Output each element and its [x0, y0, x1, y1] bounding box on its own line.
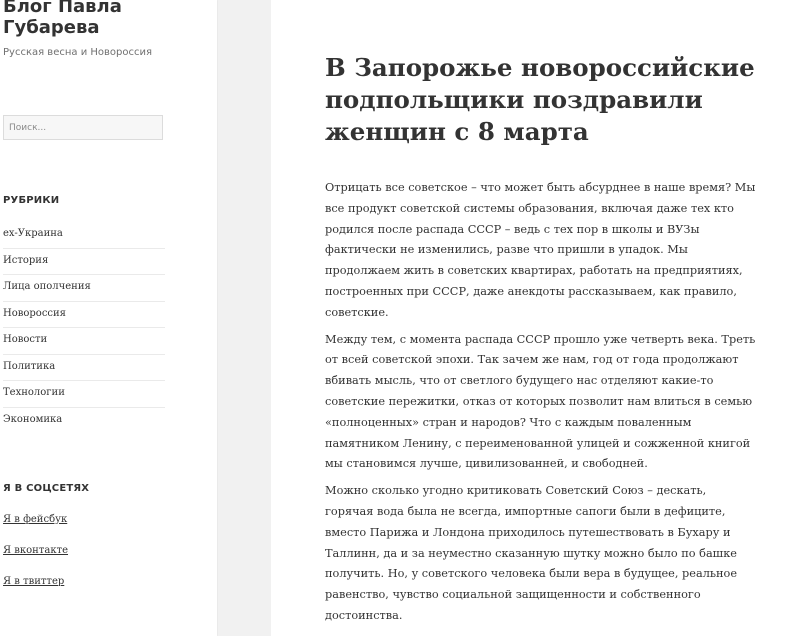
category-item-news[interactable]: Новости [3, 328, 165, 355]
sidebar: Блог Павла Губарева Русская весна и Ново… [0, 0, 217, 636]
social-link-facebook[interactable]: Я в фейсбук [3, 514, 67, 525]
social-link-vkontakte[interactable]: Я вконтакте [3, 545, 68, 556]
category-item-novorossiya[interactable]: Новороссия [3, 302, 165, 328]
article-paragraph: Отрицать все советское – что может быть … [325, 181, 756, 319]
categories-list: ex-Украина История Лица ополчения Новоро… [3, 222, 165, 434]
site-description: Русская весна и Новороссия [3, 47, 152, 58]
category-item-history[interactable]: История [3, 249, 165, 275]
article-title[interactable]: В Запорожье новороссийские подпольщики п… [325, 52, 755, 148]
main-content: В Запорожье новороссийские подпольщики п… [271, 0, 800, 636]
category-item-politics[interactable]: Политика [3, 355, 165, 381]
search-input[interactable] [3, 115, 163, 140]
social-link-twitter[interactable]: Я в твиттер [3, 576, 64, 587]
social-title: Я В СОЦСЕТЯХ [3, 483, 90, 494]
article-body: Отрицать все советское – что может быть … [325, 178, 757, 633]
category-item-technology[interactable]: Технологии [3, 381, 165, 408]
categories-title: РУБРИКИ [3, 195, 60, 206]
category-item-militia-faces[interactable]: Лица ополчения [3, 275, 165, 302]
category-item-ex-ukraine[interactable]: ex-Украина [3, 222, 165, 249]
site-title[interactable]: Блог Павла Губарева [3, 0, 203, 38]
article-paragraph: Можно сколько угодно критиковать Советск… [325, 484, 738, 622]
category-item-economy[interactable]: Экономика [3, 408, 165, 435]
article-paragraph: Между тем, с момента распада СССР прошло… [325, 332, 756, 471]
